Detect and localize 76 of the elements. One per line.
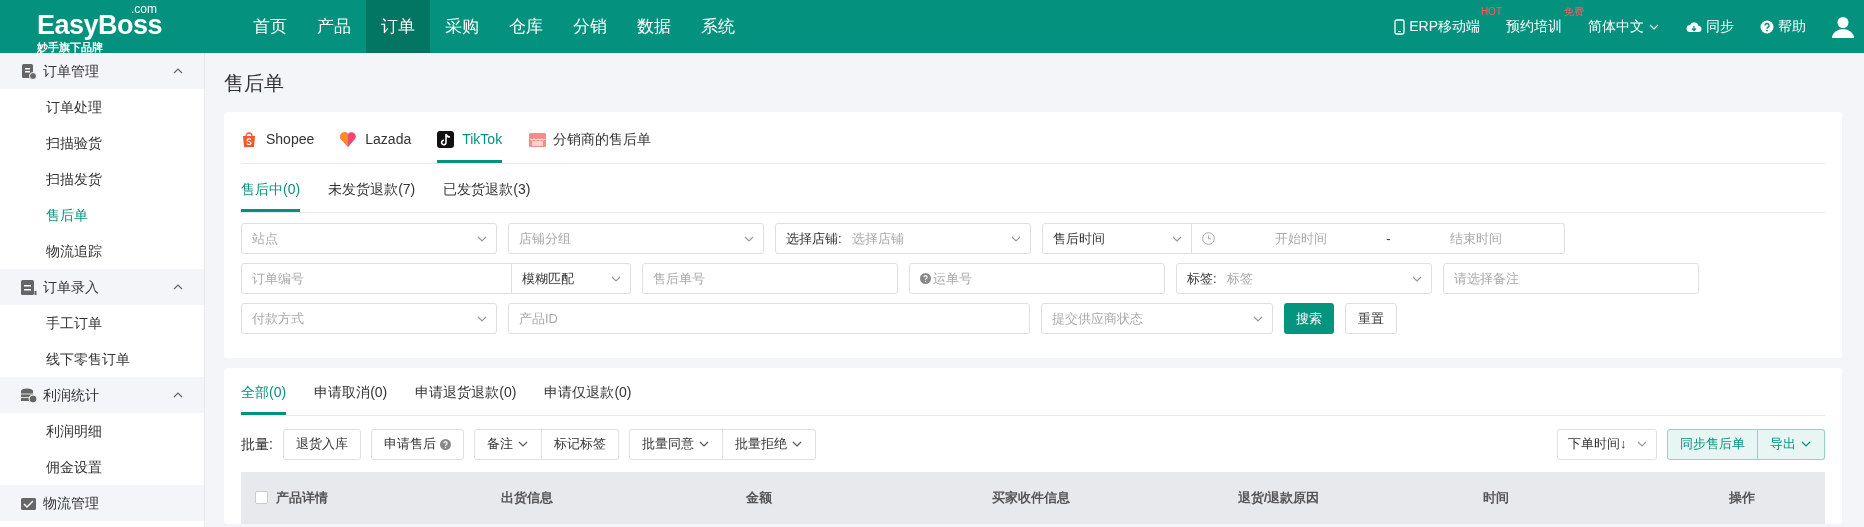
- status-tab[interactable]: 未发货退款(7): [328, 179, 416, 212]
- clipboard-icon: [20, 278, 37, 296]
- coins-icon: [20, 386, 37, 404]
- action-button[interactable]: 导出: [1758, 428, 1825, 460]
- nav-item[interactable]: 分销: [558, 0, 622, 53]
- promo-label: HOT: [1480, 5, 1502, 19]
- platform-tab[interactable]: Shopee: [241, 129, 315, 163]
- list-tab[interactable]: 申请仅退款(0): [544, 382, 632, 415]
- header-link[interactable]: 同步: [1686, 16, 1734, 37]
- sidebar-item[interactable]: 扫描发货: [0, 161, 204, 197]
- list-tab[interactable]: 申请取消(0): [314, 382, 388, 415]
- tagline: 妙手旗下品牌: [37, 41, 103, 54]
- cloud-download-icon: [1686, 19, 1702, 34]
- sidebar-group-header[interactable]: 利润统计: [0, 377, 204, 413]
- select-field[interactable]: 售后时间: [1042, 223, 1192, 254]
- header-link[interactable]: 帮助: [1760, 16, 1806, 37]
- toolbar-button[interactable]: 批量同意: [628, 428, 723, 460]
- select-field[interactable]: 选择店铺: 选择店铺: [775, 223, 1031, 254]
- search-button[interactable]: 搜索: [1284, 303, 1334, 334]
- sidebar-item[interactable]: 物流追踪: [0, 233, 204, 269]
- sidebar-item[interactable]: 手工订单: [0, 305, 204, 341]
- nav-item[interactable]: 系统: [686, 0, 750, 53]
- nav-item[interactable]: 仓库: [494, 0, 558, 53]
- sort-select[interactable]: 下单时间↓: [1557, 428, 1657, 460]
- sidebar-item[interactable]: 线下零售订单: [0, 341, 204, 377]
- user-avatar-icon: [1832, 15, 1854, 38]
- sidebar-item[interactable]: 佣金设置: [0, 449, 204, 485]
- platform-tab[interactable]: Lazada: [340, 129, 412, 163]
- help-icon: [920, 273, 931, 284]
- toolbar-button[interactable]: 标记标签: [541, 428, 619, 460]
- column-header: 出货信息: [500, 490, 553, 506]
- toolbar-button[interactable]: 申请售后: [370, 428, 464, 460]
- column-header: 产品详情: [276, 490, 328, 506]
- action-button[interactable]: 同步售后单: [1667, 428, 1758, 460]
- column-header: 金额: [746, 490, 773, 506]
- sidebar-group-header[interactable]: 物流管理: [0, 485, 204, 521]
- list-tab[interactable]: 申请退货退款(0): [415, 382, 517, 415]
- storefront-icon: [528, 131, 548, 148]
- nav-item[interactable]: 采购: [430, 0, 494, 53]
- column-header: 时间: [1483, 490, 1510, 506]
- status-tab[interactable]: 已发货退款(3): [443, 179, 531, 212]
- nav-item[interactable]: 订单: [366, 0, 430, 53]
- header-link[interactable]: 简体中文: [1588, 16, 1660, 37]
- toolbar-button[interactable]: 批量拒绝: [722, 428, 816, 460]
- status-tab[interactable]: 售后中(0): [241, 179, 301, 212]
- select-field[interactable]: 模糊匹配: [512, 263, 631, 294]
- checkbox[interactable]: [255, 491, 268, 505]
- select-field[interactable]: 标签: 标签: [1176, 263, 1432, 294]
- sidebar-item[interactable]: 利润明细: [0, 413, 204, 449]
- toolbar-button[interactable]: 退货入库: [282, 428, 361, 460]
- music-note-icon: [437, 131, 457, 148]
- column-header: 买家收件信息: [992, 490, 1070, 506]
- nav-item[interactable]: 产品: [302, 0, 366, 53]
- page-title: 售后单: [224, 70, 285, 96]
- sidebar-group-header[interactable]: 订单录入: [0, 269, 204, 305]
- clock-icon: [1202, 232, 1215, 245]
- sidebar-group-header[interactable]: 订单管理: [0, 53, 204, 89]
- column-header: 操作: [1729, 490, 1756, 506]
- document-icon: [20, 62, 37, 80]
- logo-suffix: .com: [131, 3, 157, 15]
- batch-label: 批量:: [241, 434, 273, 454]
- platform-tab[interactable]: 分销商的售后单: [528, 129, 652, 163]
- sidebar-item[interactable]: 扫描验货: [0, 125, 204, 161]
- promo-label: 免费: [1564, 5, 1584, 19]
- nav-item[interactable]: 数据: [622, 0, 686, 53]
- sidebar-item[interactable]: 售后单: [0, 197, 204, 233]
- platform-tab[interactable]: TikTok: [437, 129, 503, 163]
- reset-button[interactable]: 重置: [1345, 303, 1397, 334]
- nav-item[interactable]: 首页: [238, 0, 302, 53]
- column-header: 退货/退款原因: [1237, 490, 1320, 506]
- date-range-field[interactable]: 开始时间 - 结束时间: [1192, 223, 1565, 254]
- toolbar-button[interactable]: 备注: [473, 428, 542, 460]
- list-tab[interactable]: 全部(0): [241, 382, 287, 415]
- phone-icon: [1394, 18, 1406, 35]
- sidebar-item[interactable]: 订单处理: [0, 89, 204, 125]
- help-icon: [1760, 19, 1774, 34]
